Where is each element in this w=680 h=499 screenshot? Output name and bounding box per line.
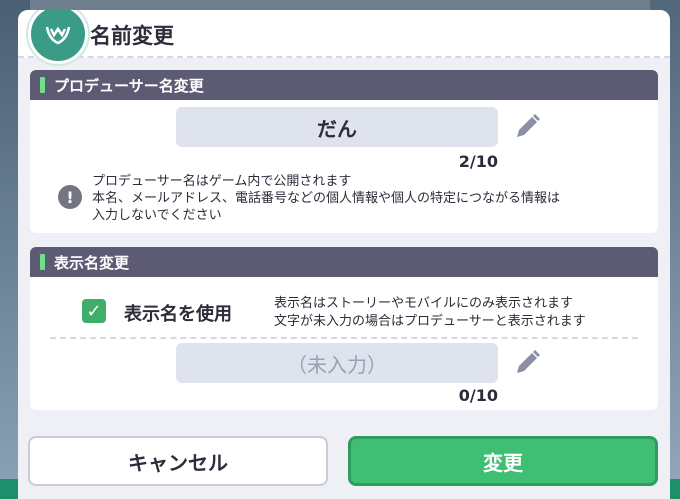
dialog-title: 名前変更	[90, 24, 174, 48]
display-section-header: 表示名変更	[30, 247, 658, 277]
pencil-icon[interactable]	[508, 108, 546, 146]
dialog-header: 名前変更	[18, 10, 670, 64]
display-note-line-1: 表示名はストーリーやモバイルにのみ表示されます	[274, 296, 574, 311]
display-name-counter: 0/10	[458, 386, 498, 405]
display-name-input[interactable]: （未入力）	[176, 343, 498, 383]
producer-section-header: プロデューサー名変更	[30, 70, 658, 100]
use-display-name-checkbox[interactable]: ✓	[82, 299, 106, 323]
producer-name-counter: 2/10	[458, 152, 498, 171]
pencil-icon[interactable]	[508, 344, 546, 382]
info-line-1: プロデューサー名はゲーム内で公開されます	[92, 174, 352, 189]
rename-dialog: 名前変更 プロデューサー名変更 だん 2/10 ! プロデューサー名はゲーム内で…	[18, 10, 670, 499]
laurel-emblem-icon	[28, 10, 88, 64]
confirm-button[interactable]: 変更	[348, 436, 658, 486]
use-display-name-label[interactable]: 表示名を使用	[124, 300, 232, 326]
cancel-button[interactable]: キャンセル	[28, 436, 328, 486]
producer-name-section: プロデューサー名変更 だん 2/10 ! プロデューサー名はゲーム内で公開されま…	[30, 70, 658, 233]
display-name-section: 表示名変更 ✓ 表示名を使用 表示名はストーリーやモバイルにのみ表示されます 文…	[30, 247, 658, 410]
info-line-3: 入力しないでください	[92, 208, 222, 223]
exclamation-icon: !	[58, 185, 82, 209]
divider	[50, 337, 638, 339]
checkmark-icon: ✓	[86, 300, 102, 322]
info-line-2: 本名、メールアドレス、電話番号などの個人情報や個人の特定につながる情報は	[92, 191, 561, 206]
display-note-line-2: 文字が未入力の場合はプロデューサーと表示されます	[274, 314, 586, 329]
producer-name-input[interactable]: だん	[176, 107, 498, 147]
